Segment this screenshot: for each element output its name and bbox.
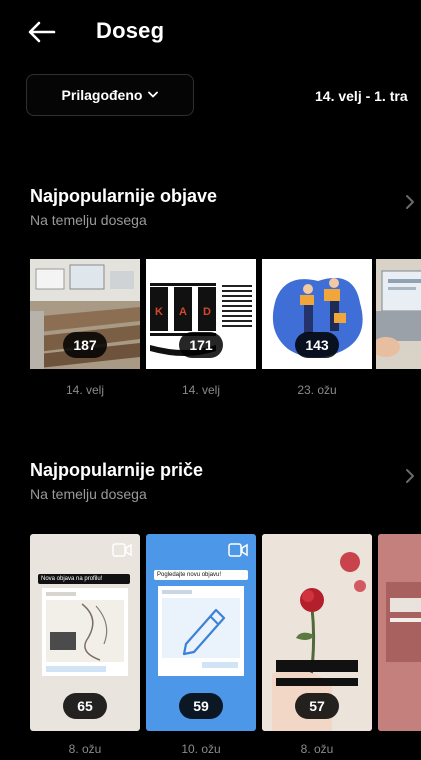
video-icon — [228, 543, 248, 557]
period-filter-button[interactable]: Prilagođeno — [26, 74, 194, 116]
top-posts-list: 187 14. velj K A D 171 14. velj 143 23. … — [30, 259, 421, 399]
reach-count-badge: 65 — [63, 693, 107, 719]
top-stories-title: Najpopularnije priče — [30, 460, 204, 480]
post-thumbnail: K A D 171 — [146, 259, 256, 369]
story-date: 8. ožu — [300, 742, 334, 756]
reach-count-badge: 187 — [63, 332, 107, 358]
story-thumbnail: Nova objava na profilu! 65 — [30, 534, 140, 731]
story-post-preview — [158, 586, 244, 676]
header: Doseg — [0, 0, 421, 66]
post-date: 2 — [376, 383, 421, 397]
top-stories-subtitle: Na temelju dosega — [30, 486, 147, 502]
post-item[interactable]: 187 14. velj — [30, 259, 140, 397]
story-post-preview — [42, 588, 128, 676]
chevron-right-icon[interactable] — [404, 194, 416, 210]
chevron-down-icon — [148, 91, 159, 98]
period-filter-label: Prilagođeno — [61, 87, 143, 103]
svg-text:D: D — [203, 306, 211, 318]
story-caption: Nova objava na profilu! — [38, 574, 130, 584]
post-thumbnail: 187 — [30, 259, 140, 369]
reach-count-badge: 57 — [295, 693, 339, 719]
post-date: 14. velj — [65, 383, 105, 397]
laptop-image — [376, 259, 421, 369]
post-thumbnail — [376, 259, 421, 369]
story-thumbnail — [378, 534, 421, 731]
story-date: 10 — [378, 742, 421, 756]
post-thumbnail: 143 — [262, 259, 372, 369]
post-item[interactable]: 143 23. ožu — [262, 259, 372, 397]
reach-screen: Doseg Prilagođeno 14. velj - 1. tra Najp… — [0, 0, 421, 760]
reach-count-badge: 59 — [179, 693, 223, 719]
video-icon — [112, 543, 132, 557]
post-item[interactable]: K A D 171 14. velj — [146, 259, 256, 397]
page-title: Doseg — [96, 18, 165, 43]
date-range: 14. velj - 1. tra — [315, 88, 408, 104]
reach-count-badge: 171 — [179, 332, 223, 358]
top-posts-subtitle: Na temelju dosega — [30, 212, 147, 228]
story-thumbnail: Pogledajte novu objavu! 59 — [146, 534, 256, 731]
story-item[interactable]: 57 8. ožu — [262, 534, 372, 756]
arrow-left-icon[interactable] — [26, 20, 56, 44]
post-item[interactable]: 2 — [376, 259, 421, 369]
post-date: 23. ožu — [297, 383, 337, 397]
story-preview-image — [378, 534, 421, 731]
reach-count-badge: 143 — [295, 332, 339, 358]
story-thumbnail: 57 — [262, 534, 372, 731]
story-date: 8. ožu — [68, 742, 102, 756]
svg-text:K: K — [155, 306, 163, 318]
story-item[interactable]: Pogledajte novu objavu! 59 10. ožu — [146, 534, 256, 756]
story-date: 10. ožu — [181, 742, 221, 756]
story-item[interactable]: Nova objava na profilu! 65 8. ožu — [30, 534, 140, 756]
svg-text:A: A — [179, 306, 187, 318]
top-stories-list: Nova objava na profilu! 65 8. ožu Pogled… — [30, 534, 421, 760]
post-date: 14. velj — [181, 383, 221, 397]
story-item[interactable]: 10 — [378, 534, 421, 731]
chevron-right-icon[interactable] — [404, 468, 416, 484]
top-posts-title: Najpopularnije objave — [30, 186, 218, 206]
story-caption: Pogledajte novu objavu! — [154, 570, 248, 580]
